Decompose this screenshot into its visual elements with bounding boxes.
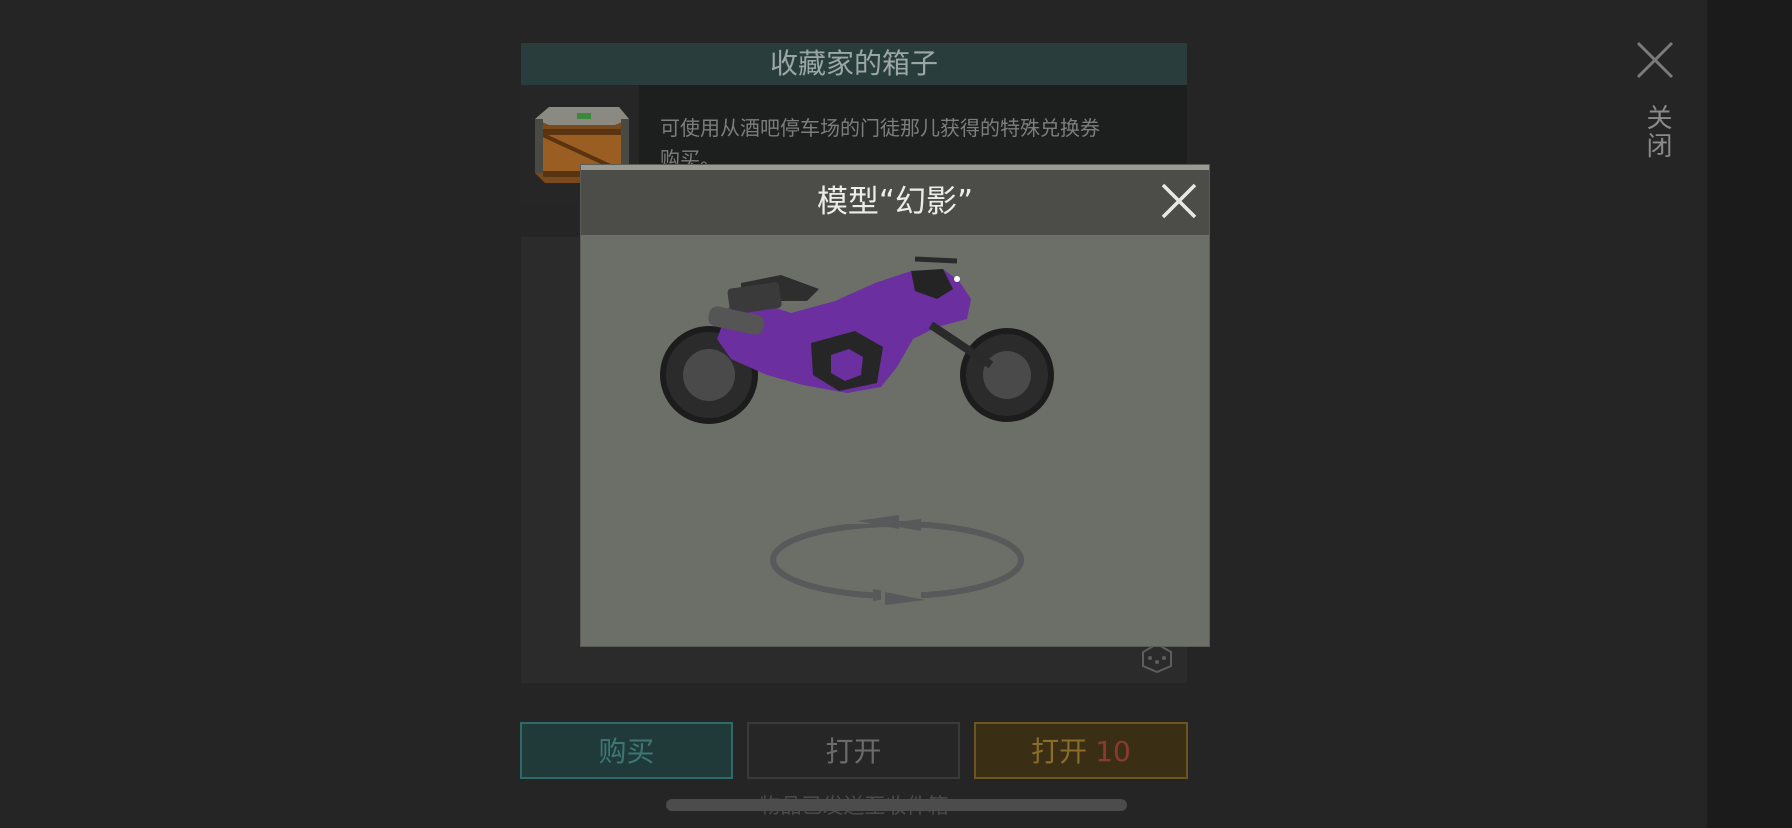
buy-button[interactable]: 购买 bbox=[520, 722, 733, 779]
home-indicator[interactable] bbox=[666, 799, 1127, 811]
motorcycle-model bbox=[660, 256, 1054, 424]
close-label[interactable]: 关闭 bbox=[1640, 104, 1672, 160]
close-icon[interactable] bbox=[1633, 38, 1677, 82]
modal-close-icon[interactable] bbox=[1159, 181, 1199, 221]
model-preview-modal: 模型“幻影” bbox=[581, 165, 1209, 646]
open-10-count: 10 bbox=[1095, 735, 1131, 768]
rotate-icon bbox=[770, 521, 1024, 599]
modal-title: 模型“幻影” bbox=[816, 184, 974, 220]
open-10-button[interactable]: 打开 10 bbox=[974, 722, 1188, 779]
open-button[interactable]: 打开 bbox=[747, 722, 960, 779]
open-10-label: 打开 bbox=[1031, 735, 1088, 768]
model-viewer[interactable] bbox=[581, 235, 1209, 646]
right-edge-strip bbox=[1707, 0, 1792, 828]
chest-title: 收藏家的箱子 bbox=[521, 43, 1187, 85]
